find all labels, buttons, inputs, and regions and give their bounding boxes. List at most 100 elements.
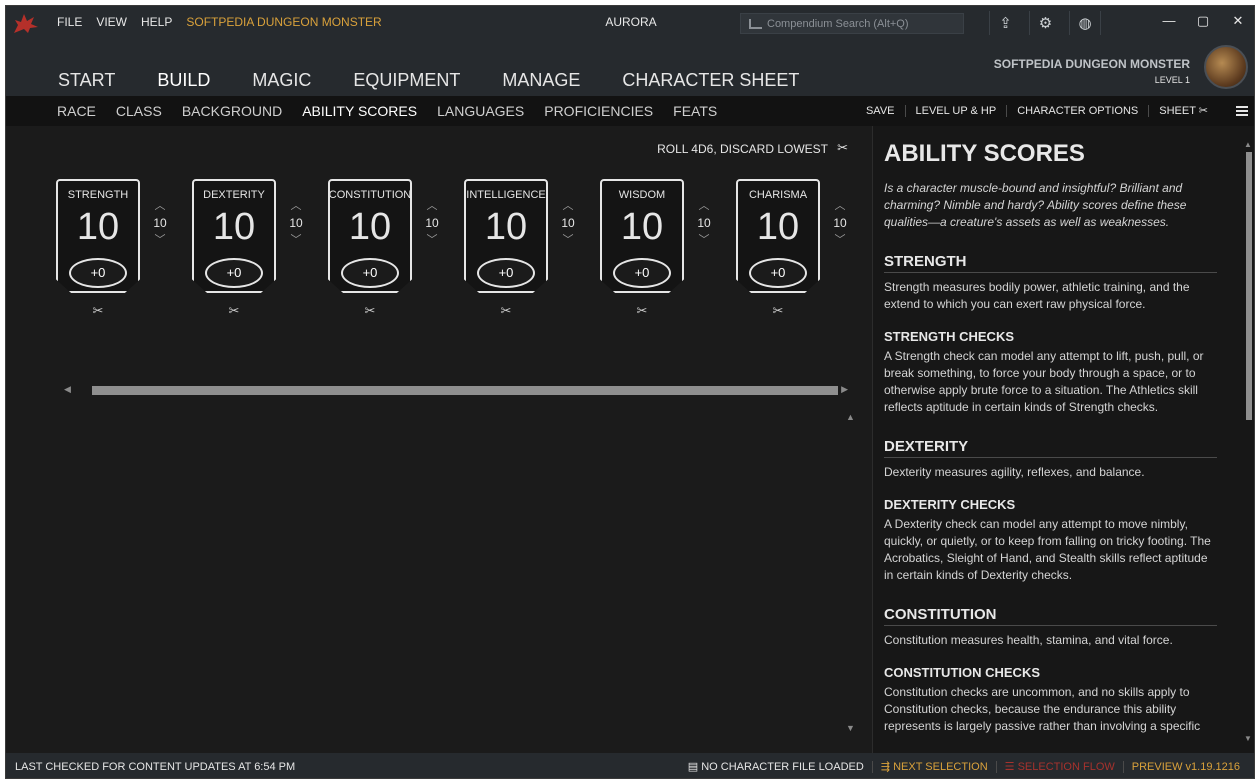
menu-character-name[interactable]: SOFTPEDIA DUNGEON MONSTER xyxy=(186,15,381,29)
sheet-button[interactable]: SHEET ✂ xyxy=(1148,105,1218,117)
tab-start[interactable]: START xyxy=(58,70,115,91)
section-check-heading: STRENGTH CHECKS xyxy=(884,329,1015,344)
globe-icon: ◍ xyxy=(1078,15,1092,32)
ability-score: 10 xyxy=(756,206,800,248)
language-button[interactable]: ◍ xyxy=(1069,11,1101,35)
subtab-proficiencies[interactable]: PROFICIENCIES xyxy=(544,103,653,119)
subtab-ability-scores[interactable]: ABILITY SCORES xyxy=(302,103,417,119)
increase-button[interactable]: ︿ xyxy=(422,199,442,213)
book-icon xyxy=(749,18,762,29)
base-value: 10 xyxy=(833,216,847,230)
file-status: ▤ NO CHARACTER FILE LOADED xyxy=(680,761,872,773)
version-label[interactable]: PREVIEW v1.19.1216 xyxy=(1122,761,1248,773)
avatar[interactable] xyxy=(1204,45,1248,89)
maximize-button[interactable]: ▢ xyxy=(1193,13,1213,29)
reset-ability-icon[interactable]: ✂ xyxy=(736,303,820,319)
section-check-text: A Dexterity check can model any attempt … xyxy=(884,517,1211,582)
reset-ability-icon[interactable]: ✂ xyxy=(328,303,412,319)
tab-manage[interactable]: MANAGE xyxy=(502,70,580,91)
tab-character-sheet[interactable]: CHARACTER SHEET xyxy=(622,70,799,91)
scroll-up-icon[interactable]: ▲ xyxy=(1244,140,1252,149)
level-up-hp-button[interactable]: LEVEL UP & HP xyxy=(904,105,1007,117)
ability-name: CHARISMA xyxy=(748,189,808,201)
description-panel: ABILITY SCORES Is a character muscle-bou… xyxy=(872,126,1254,753)
main-nav: START BUILD MAGIC EQUIPMENT MANAGE CHARA… xyxy=(6,40,1254,103)
section-heading: STRENGTH xyxy=(884,253,1217,273)
ability-name: STRENGTH xyxy=(67,189,129,201)
ability-charisma: CHARISMA 10 +0 ✂ xyxy=(736,179,820,318)
reset-ability-icon[interactable]: ✂ xyxy=(192,303,276,319)
subtab-feats[interactable]: FEATS xyxy=(673,103,717,119)
sub-actions: SAVE LEVEL UP & HP CHARACTER OPTIONS SHE… xyxy=(856,105,1218,117)
section-text: Strength measures bodily power, athletic… xyxy=(884,280,1190,311)
ability-name: WISDOM xyxy=(618,189,666,201)
next-selection-button[interactable]: ⇶ NEXT SELECTION xyxy=(871,761,996,773)
minimize-button[interactable]: — xyxy=(1159,13,1179,28)
subtab-languages[interactable]: LANGUAGES xyxy=(437,103,524,119)
tab-magic[interactable]: MAGIC xyxy=(252,70,311,91)
sub-nav: RACE CLASS BACKGROUND ABILITY SCORES LAN… xyxy=(6,96,1254,126)
gear-icon: ⚙ xyxy=(1038,15,1053,32)
decrease-button[interactable]: ﹀ xyxy=(694,233,714,247)
export-button[interactable]: ⇪ xyxy=(989,11,1021,35)
decrease-button[interactable]: ﹀ xyxy=(830,233,850,247)
selection-flow-button[interactable]: ☰ SELECTION FLOW xyxy=(995,761,1123,773)
reset-ability-icon[interactable]: ✂ xyxy=(56,303,140,319)
decrease-button[interactable]: ﹀ xyxy=(558,233,578,247)
decrease-button[interactable]: ﹀ xyxy=(422,233,442,247)
strength-stepper: ︿ 10 ﹀ xyxy=(150,199,170,247)
increase-button[interactable]: ︿ xyxy=(286,199,306,213)
base-value: 10 xyxy=(561,216,575,230)
subtab-background[interactable]: BACKGROUND xyxy=(182,103,282,119)
subtab-race[interactable]: RACE xyxy=(57,103,96,119)
tools-icon: ✂ xyxy=(1198,105,1208,117)
save-button[interactable]: SAVE xyxy=(856,105,905,117)
ability-constitution: CONSTITUTION 10 +0 ✂ xyxy=(328,179,412,318)
scroll-up-icon[interactable]: ▲ xyxy=(846,412,855,422)
ability-modifier: +0 xyxy=(341,258,399,288)
reset-ability-icon[interactable]: ✂ xyxy=(600,303,684,319)
increase-button[interactable]: ︿ xyxy=(150,199,170,213)
ability-score: 10 xyxy=(212,206,256,248)
horizontal-scrollbar[interactable]: ◀ ▶ xyxy=(64,384,848,396)
panel-scrollbar-thumb[interactable] xyxy=(1246,152,1252,420)
scrollbar-thumb[interactable] xyxy=(92,386,838,395)
hamburger-menu-icon[interactable] xyxy=(1236,106,1248,116)
settings-button[interactable]: ⚙ xyxy=(1029,11,1061,35)
close-button[interactable]: ✕ xyxy=(1228,13,1248,29)
ability-dexterity: DEXTERITY 10 +0 ✂ xyxy=(192,179,276,318)
export-icon: ⇪ xyxy=(999,15,1012,32)
profile-level: LEVEL 1 xyxy=(1154,75,1190,85)
reset-ability-icon[interactable]: ✂ xyxy=(464,303,548,319)
menu-file[interactable]: FILE xyxy=(57,15,82,29)
scroll-down-icon[interactable]: ▼ xyxy=(846,723,855,733)
dragon-logo-icon xyxy=(14,14,38,33)
section-check-text: Constitution checks are uncommon, and no… xyxy=(884,685,1201,733)
ability-wisdom: WISDOM 10 +0 ✂ xyxy=(600,179,684,318)
main-tabs: START BUILD MAGIC EQUIPMENT MANAGE CHARA… xyxy=(58,70,841,103)
increase-button[interactable]: ︿ xyxy=(694,199,714,213)
subtab-class[interactable]: CLASS xyxy=(116,103,162,119)
menu-help[interactable]: HELP xyxy=(141,15,172,29)
compendium-search-input[interactable]: Compendium Search (Alt+Q) xyxy=(740,13,964,34)
increase-button[interactable]: ︿ xyxy=(830,199,850,213)
tab-equipment[interactable]: EQUIPMENT xyxy=(353,70,460,91)
decrease-button[interactable]: ﹀ xyxy=(286,233,306,247)
ability-score: 10 xyxy=(620,206,664,248)
section-text: Constitution measures health, stamina, a… xyxy=(884,633,1173,647)
scroll-left-icon[interactable]: ◀ xyxy=(64,384,71,395)
tab-build[interactable]: BUILD xyxy=(157,70,210,103)
dice-roll-icon[interactable]: ✂ xyxy=(837,140,848,156)
charisma-stepper: ︿ 10 ﹀ xyxy=(830,199,850,247)
menu-view[interactable]: VIEW xyxy=(96,15,127,29)
character-options-button[interactable]: CHARACTER OPTIONS xyxy=(1006,105,1148,117)
panel-scrollbar[interactable]: ▲ ▼ xyxy=(1244,140,1252,744)
ability-modifier: +0 xyxy=(69,258,127,288)
decrease-button[interactable]: ﹀ xyxy=(150,233,170,247)
section-check-text: A Strength check can model any attempt t… xyxy=(884,349,1204,414)
scroll-right-icon[interactable]: ▶ xyxy=(841,384,848,395)
scroll-down-icon[interactable]: ▼ xyxy=(1244,734,1252,743)
section-heading: DEXTERITY xyxy=(884,438,1217,458)
intelligence-stepper: ︿ 10 ﹀ xyxy=(558,199,578,247)
increase-button[interactable]: ︿ xyxy=(558,199,578,213)
